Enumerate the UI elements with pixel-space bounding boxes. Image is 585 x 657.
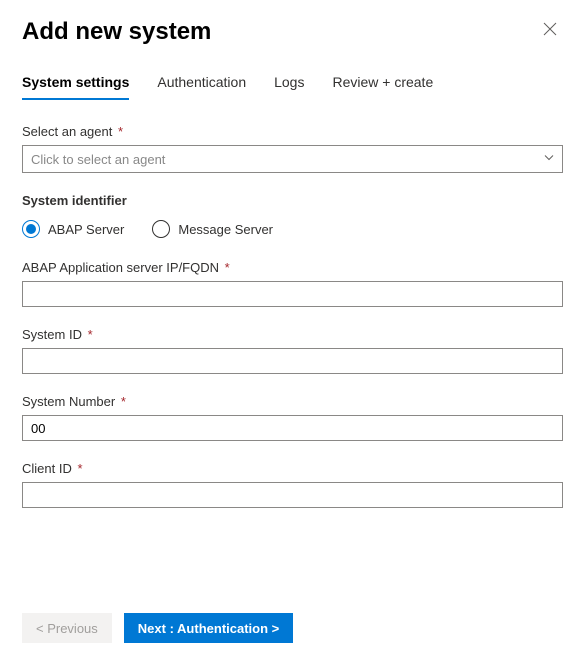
system-number-label: System Number *: [22, 394, 563, 409]
radio-message-server[interactable]: Message Server: [152, 220, 273, 238]
abap-server-label: ABAP Application server IP/FQDN *: [22, 260, 563, 275]
client-id-label: Client ID *: [22, 461, 563, 476]
radio-message-label: Message Server: [178, 222, 273, 237]
tab-logs[interactable]: Logs: [274, 68, 304, 100]
radio-abap-server[interactable]: ABAP Server: [22, 220, 124, 238]
abap-server-input[interactable]: [22, 281, 563, 307]
system-id-label: System ID *: [22, 327, 563, 342]
radio-icon: [152, 220, 170, 238]
page-title: Add new system: [22, 18, 211, 46]
select-agent-dropdown[interactable]: Click to select an agent: [22, 145, 563, 173]
radio-icon: [22, 220, 40, 238]
close-icon: [543, 23, 557, 40]
system-id-input[interactable]: [22, 348, 563, 374]
next-button[interactable]: Next : Authentication >: [124, 613, 293, 643]
system-identifier-label: System identifier: [22, 193, 563, 208]
tab-system-settings[interactable]: System settings: [22, 68, 129, 100]
tab-review-create[interactable]: Review + create: [332, 68, 433, 100]
tab-bar: System settings Authentication Logs Revi…: [22, 68, 563, 100]
client-id-input[interactable]: [22, 482, 563, 508]
system-number-input[interactable]: [22, 415, 563, 441]
radio-abap-label: ABAP Server: [48, 222, 124, 237]
select-agent-label: Select an agent *: [22, 124, 563, 139]
close-button[interactable]: [537, 18, 563, 44]
tab-authentication[interactable]: Authentication: [157, 68, 246, 100]
previous-button[interactable]: < Previous: [22, 613, 112, 643]
